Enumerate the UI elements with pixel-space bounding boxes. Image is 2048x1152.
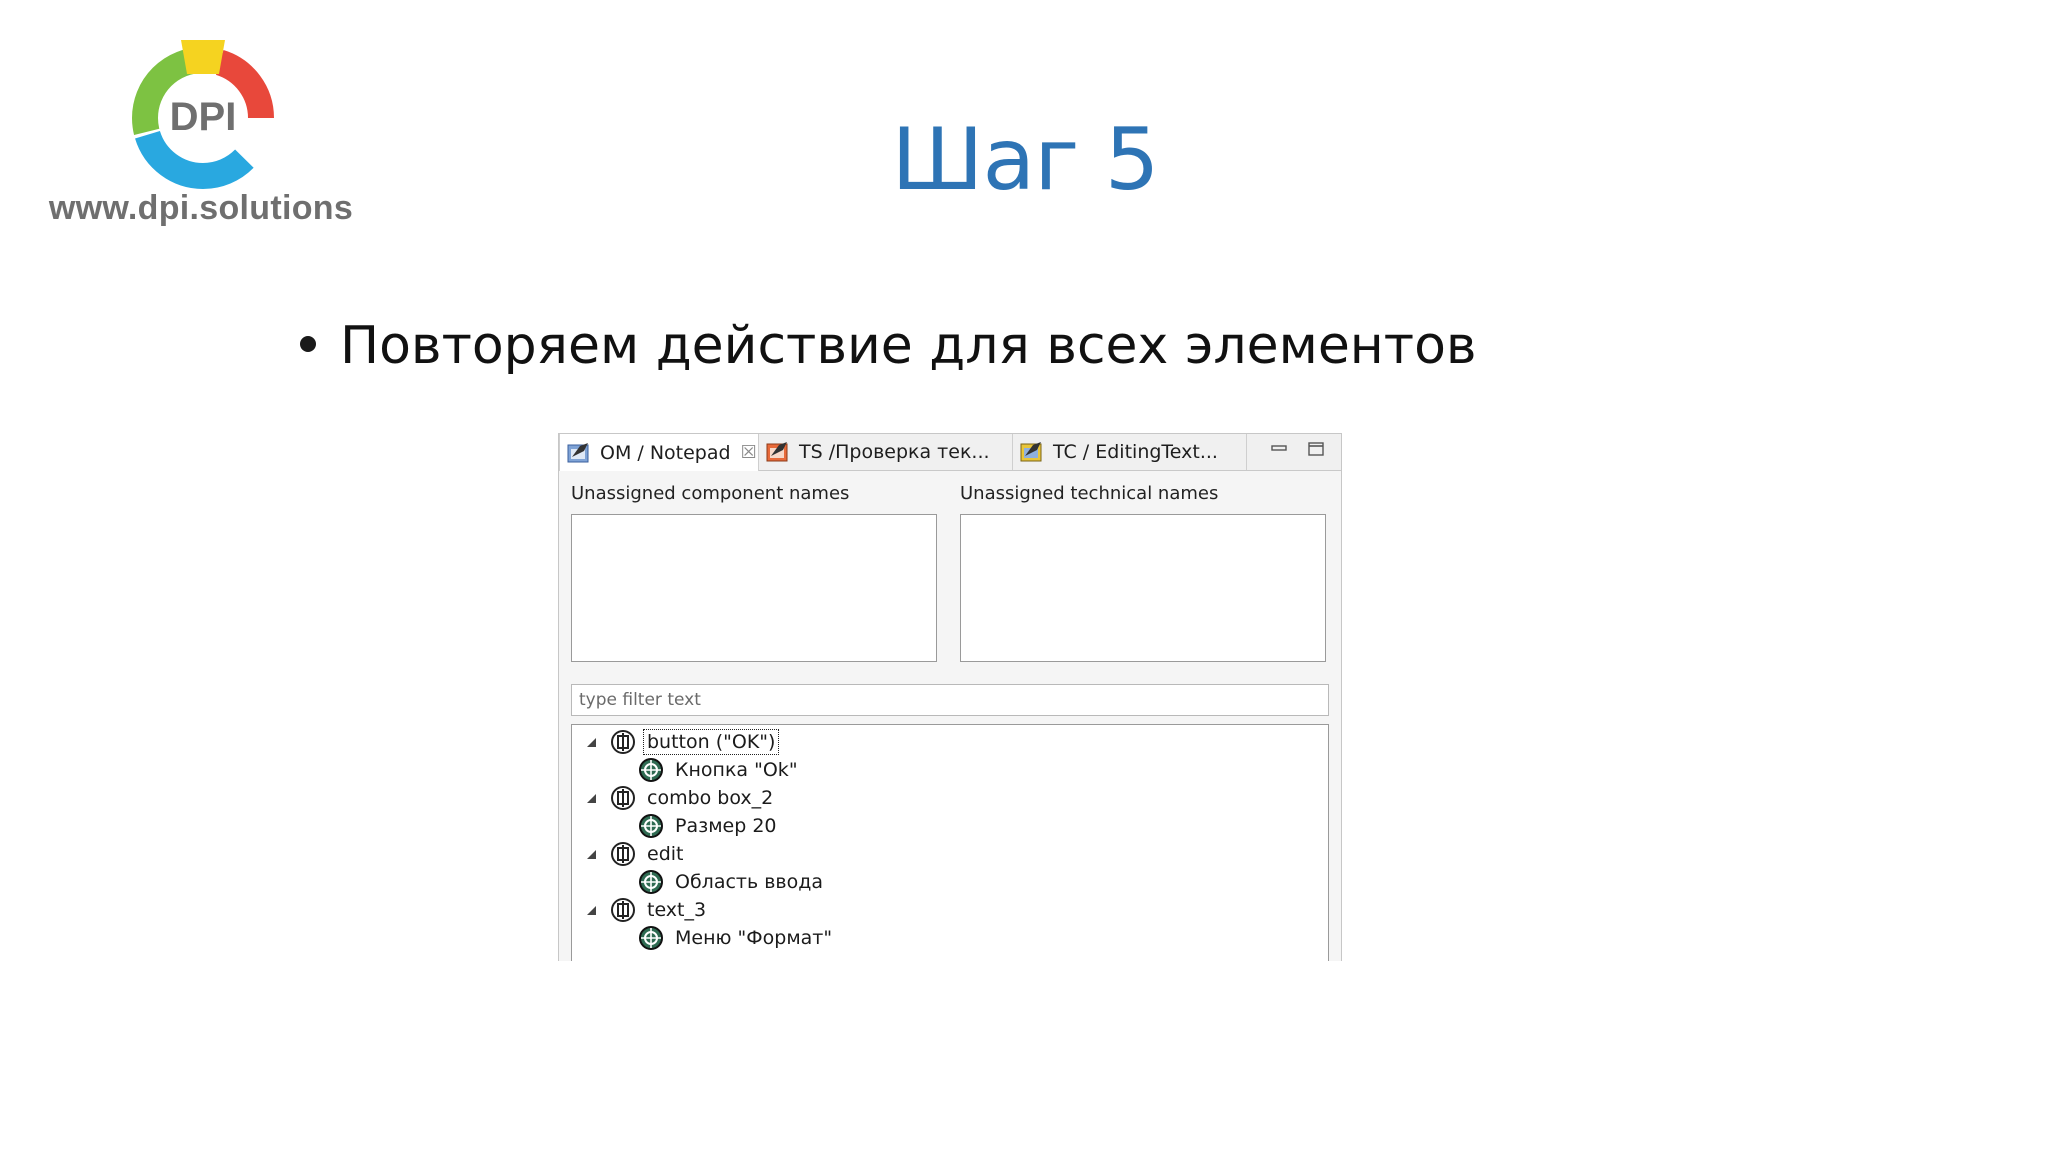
expand-triangle-icon[interactable] <box>584 735 598 749</box>
technical-name-icon <box>611 898 635 922</box>
tree-node-button-ok[interactable]: button ("OK") <box>584 728 780 756</box>
tree-child-knopka-ok[interactable]: Кнопка "Ok" <box>638 756 801 784</box>
tab-label: TC / EditingText... <box>1053 441 1218 463</box>
tree-node-label: combo box_2 <box>647 787 774 809</box>
tab-om-notepad[interactable]: OM / Notepad ☒ <box>559 434 759 471</box>
tree-node-label: Область ввода <box>675 871 824 893</box>
expand-triangle-icon[interactable] <box>584 791 598 805</box>
tree-node-text-3[interactable]: text_3 <box>584 896 709 924</box>
logo-website-url: www.dpi.solutions <box>48 189 354 227</box>
slide-title: Шаг 5 <box>891 110 1160 210</box>
tree-node-label: Меню "Формат" <box>675 927 833 949</box>
close-icon[interactable]: ☒ <box>741 442 757 463</box>
tree-child-razmer[interactable]: Размер 20 <box>638 812 780 840</box>
object-mapping-editor: OM / Notepad ☒ TS /Проверка тек... TC / … <box>558 433 1342 961</box>
technical-name-icon <box>611 786 635 810</box>
svg-text:DPI: DPI <box>170 95 237 139</box>
tab-test-suite[interactable]: TS /Проверка тек... <box>759 434 1013 470</box>
tree-child-oblast-vvoda[interactable]: Область ввода <box>638 868 826 896</box>
bullet-text: Повторяем действие для всех элементов <box>340 316 1477 376</box>
test-case-icon <box>1020 442 1042 462</box>
tree-node-label: text_3 <box>647 899 707 921</box>
unassigned-component-label: Unassigned component names <box>571 483 850 504</box>
unassigned-technical-list[interactable] <box>960 514 1326 662</box>
editor-tab-bar: OM / Notepad ☒ TS /Проверка тек... TC / … <box>559 434 1341 471</box>
tree-node-label: button ("OK") <box>642 729 780 755</box>
test-suite-icon <box>766 442 788 462</box>
dpi-logo-ring-icon: DPI <box>132 40 274 189</box>
component-name-icon <box>639 758 663 782</box>
minimize-icon[interactable] <box>1271 442 1287 456</box>
mapping-tree[interactable]: button ("OK") Кнопка "Ok" combo box_2 Ра… <box>571 724 1329 961</box>
tab-label: TS /Проверка тек... <box>799 441 990 463</box>
unassigned-component-list[interactable] <box>571 514 937 662</box>
tree-child-menu-format[interactable]: Меню "Формат" <box>638 924 835 952</box>
technical-name-icon <box>611 730 635 754</box>
tree-node-combo-box[interactable]: combo box_2 <box>584 784 776 812</box>
tree-node-label: edit <box>647 843 684 865</box>
tab-test-case[interactable]: TC / EditingText... <box>1013 434 1247 470</box>
component-name-icon <box>639 814 663 838</box>
tab-label: OM / Notepad <box>600 441 731 464</box>
component-name-icon <box>639 926 663 950</box>
expand-triangle-icon[interactable] <box>584 903 598 917</box>
maximize-icon[interactable] <box>1308 442 1324 456</box>
component-name-icon <box>639 870 663 894</box>
dpi-logo: DPI www.dpi.solutions <box>38 38 364 238</box>
tree-node-edit[interactable]: edit <box>584 840 686 868</box>
bullet-dot-icon <box>300 336 316 352</box>
tree-node-label: Кнопка "Ok" <box>675 759 798 781</box>
tree-node-label: Размер 20 <box>675 815 777 837</box>
filter-input[interactable] <box>571 684 1329 716</box>
unassigned-technical-label: Unassigned technical names <box>960 483 1219 504</box>
expand-triangle-icon[interactable] <box>584 847 598 861</box>
technical-name-icon <box>611 842 635 866</box>
object-map-icon <box>567 442 589 462</box>
